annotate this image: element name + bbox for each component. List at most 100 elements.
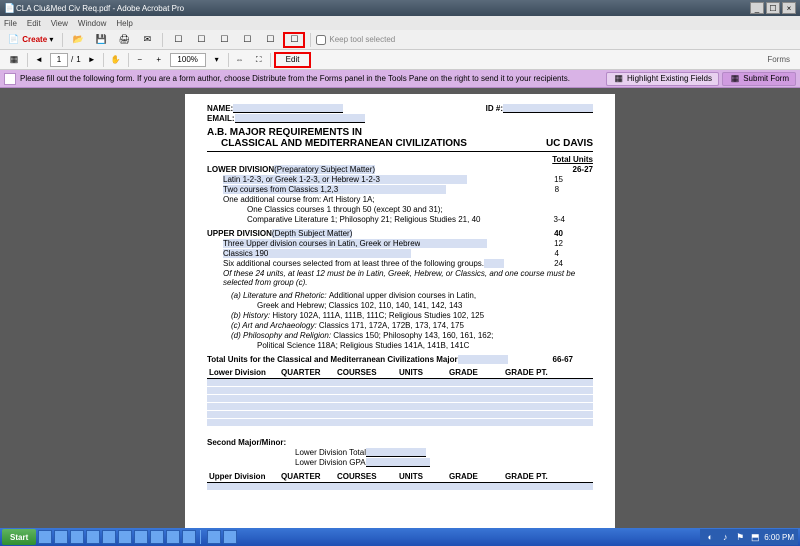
tray-icon[interactable]: ⚑ — [734, 531, 746, 543]
tool-button-1[interactable]: ☐ — [168, 32, 188, 48]
menu-edit[interactable]: Edit — [27, 19, 41, 28]
ld-total-label: Lower Division Total — [295, 448, 366, 457]
zoom-in-button[interactable]: + — [151, 52, 167, 68]
main-toolbar: 📄 Create ▾ 📂 💾 🖨 ✉ ☐ ☐ ☐ ☐ ☐ ☐ Keep tool… — [0, 30, 800, 50]
ld-total-field[interactable] — [366, 448, 426, 457]
maximize-button[interactable]: ☐ — [766, 2, 780, 14]
menu-window[interactable]: Window — [78, 19, 106, 28]
table-row[interactable] — [207, 419, 593, 426]
table-row[interactable] — [207, 379, 593, 386]
ud-item1: Three Upper division courses in Latin, G… — [223, 239, 420, 248]
fit-width-button[interactable]: ⇔ — [232, 52, 248, 68]
keep-tool-checkbox[interactable]: Keep tool selected — [316, 35, 395, 45]
upper-div-units: 40 — [554, 229, 563, 238]
save-button[interactable]: 💾 — [91, 32, 111, 48]
tool-button-5[interactable]: ☐ — [260, 32, 280, 48]
tool-button-3[interactable]: ☐ — [214, 32, 234, 48]
ud-item2: Classics 190 — [223, 249, 268, 258]
group-d: (d) Philosophy and Religion: — [231, 331, 331, 340]
table-row[interactable] — [207, 387, 593, 394]
pdf-page: NAME: ID #: EMAIL: A.B. MAJOR REQUIREMEN… — [185, 94, 615, 528]
edit-button[interactable]: Edit — [274, 52, 312, 68]
name-label: NAME: — [207, 104, 233, 113]
window-title: CLA Clu&Med Civ Req.pdf - Adobe Acrobat … — [16, 4, 184, 13]
table-row[interactable] — [207, 411, 593, 418]
page-sep: / — [71, 55, 73, 64]
tray-icon[interactable]: ◐ — [704, 531, 716, 543]
create-button[interactable]: 📄 Create ▾ — [4, 32, 57, 48]
form-info-bar: Please fill out the following form. If y… — [0, 70, 800, 88]
email-label: EMAIL: — [207, 114, 235, 123]
lower-div-table-header: Lower DivisionQUARTERCOURSESUNITSGRADEGR… — [207, 367, 593, 379]
tool-button-2[interactable]: ☐ — [191, 32, 211, 48]
group-c1: Classics 171, 172A, 172B, 173, 174, 175 — [319, 321, 464, 330]
tray-icon[interactable]: ♪ — [719, 531, 731, 543]
lower-div-header: LOWER DIVISION — [207, 165, 274, 174]
ld-item1-units: 15 — [554, 175, 563, 184]
menu-view[interactable]: View — [51, 19, 68, 28]
system-tray[interactable]: ◐ ♪ ⚑ ⬒ 6:00 PM — [700, 529, 798, 545]
page-thumbnails-button[interactable]: ▦ — [4, 52, 24, 68]
group-a: (a) Literature and Rhetoric: — [231, 291, 327, 300]
heading-line2: CLASSICAL AND MEDITERRANEAN CIVILIZATION… — [221, 138, 467, 149]
ld-gpa-field[interactable] — [366, 458, 430, 467]
flagged-tool-button[interactable]: ☐ — [283, 32, 305, 48]
lower-div-units: 26-27 — [573, 165, 593, 174]
ld-item3b: Comparative Literature 1; Philosophy 21;… — [247, 215, 480, 224]
close-button[interactable]: × — [782, 2, 796, 14]
upper-div-table-header: Upper DivisionQUARTERCOURSESUNITSGRADEGR… — [207, 471, 593, 483]
form-info-icon — [4, 73, 16, 85]
print-button[interactable]: 🖨 — [114, 32, 134, 48]
id-label: ID #: — [486, 104, 503, 113]
forms-panel-label[interactable]: Forms — [767, 55, 796, 64]
menu-bar: File Edit View Window Help — [0, 16, 800, 30]
menu-file[interactable]: File — [4, 19, 17, 28]
ld-item3a: One Classics courses 1 through 50 (excep… — [247, 205, 443, 214]
menu-help[interactable]: Help — [116, 19, 132, 28]
upper-div-header: UPPER DIVISION — [207, 229, 272, 238]
document-viewport[interactable]: NAME: ID #: EMAIL: A.B. MAJOR REQUIREMEN… — [0, 88, 800, 528]
fit-page-button[interactable]: ⛶ — [251, 52, 267, 68]
ud-item3-units: 24 — [554, 259, 563, 268]
hand-tool-button[interactable]: ✋ — [107, 52, 125, 68]
email-field[interactable] — [235, 114, 365, 123]
next-page-button[interactable]: ► — [84, 52, 100, 68]
second-major-label: Second Major/Minor: — [207, 438, 286, 447]
group-c: (c) Art and Archaeology: — [231, 321, 317, 330]
page-number-input[interactable] — [50, 53, 68, 67]
group-a1: Additional upper division courses in Lat… — [329, 291, 476, 300]
submit-form-button[interactable]: ▦ Submit Form — [722, 72, 796, 86]
window-titlebar: 📄 CLA Clu&Med Civ Req.pdf - Adobe Acroba… — [0, 0, 800, 16]
page-toolbar: ▦ ◄ / 1 ► ✋ − + ▾ ⇔ ⛶ Edit Forms — [0, 50, 800, 70]
table-row[interactable] — [207, 403, 593, 410]
table-row[interactable] — [207, 483, 593, 490]
zoom-input[interactable] — [170, 53, 206, 67]
id-field[interactable] — [503, 104, 593, 113]
name-field[interactable] — [233, 104, 343, 113]
minimize-button[interactable]: _ — [750, 2, 764, 14]
ld-item1: Latin 1-2-3, or Greek 1-2-3, or Hebrew 1… — [223, 175, 380, 184]
uc-davis-label: UC DAVIS — [546, 138, 593, 149]
mail-button[interactable]: ✉ — [137, 32, 157, 48]
group-a2: Greek and Hebrew; Classics 102, 110, 140… — [257, 301, 462, 310]
clock[interactable]: 6:00 PM — [764, 533, 794, 542]
zoom-out-button[interactable]: − — [132, 52, 148, 68]
ud-item3: Six additional courses selected from at … — [223, 259, 484, 268]
open-button[interactable]: 📂 — [68, 32, 88, 48]
tool-button-4[interactable]: ☐ — [237, 32, 257, 48]
tray-icon[interactable]: ⬒ — [749, 531, 761, 543]
zoom-dropdown[interactable]: ▾ — [209, 52, 225, 68]
lower-div-sub: (Preparatory Subject Matter) — [274, 165, 375, 174]
ud-note: Of these 24 units, at least 12 must be i… — [223, 269, 593, 287]
ld-gpa-label: Lower Division GPA — [295, 458, 366, 467]
highlight-fields-button[interactable]: ▦ Highlight Existing Fields — [606, 72, 719, 86]
prev-page-button[interactable]: ◄ — [31, 52, 47, 68]
ud-item2-units: 4 — [555, 249, 559, 258]
total-units-header: Total Units — [552, 155, 593, 164]
ld-item3: One additional course from: Art History … — [223, 195, 375, 204]
table-row[interactable] — [207, 395, 593, 402]
start-button[interactable]: Start — [2, 529, 36, 545]
total-major-units: 66-67 — [553, 355, 573, 364]
group-b: (b) History: — [231, 311, 270, 320]
heading-line1: A.B. MAJOR REQUIREMENTS IN — [207, 127, 467, 138]
